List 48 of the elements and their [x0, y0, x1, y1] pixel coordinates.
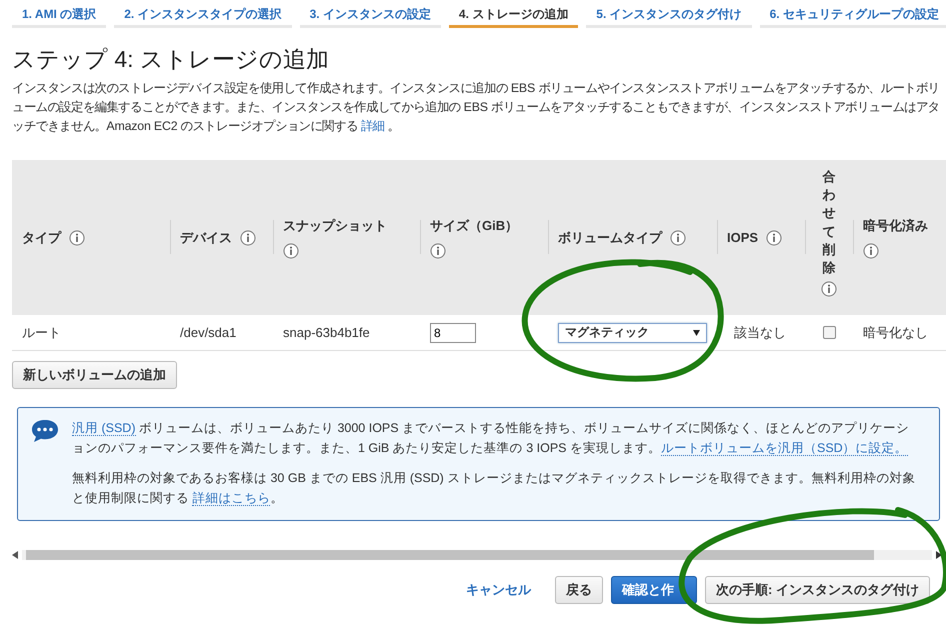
back-button[interactable]: 戻る	[555, 576, 604, 604]
caret-icon	[693, 330, 700, 336]
info-icon[interactable]	[430, 242, 446, 258]
column-header: IOPS	[727, 230, 758, 245]
info-icon[interactable]	[766, 230, 782, 246]
review-and-launch-button[interactable]: 確認と作	[611, 576, 698, 604]
wizard-step-tab[interactable]: 5. インスタンスのタグ付け	[586, 0, 752, 28]
info-text: 無料利用枠の対象であるお客様は 30 GB までの EBS 汎用 (SSD) ストレージまたはマグネティックストレージを取得できます。無料利用枠の対象と使用制限に関する 詳細はこちら。	[72, 470, 916, 508]
table-cell: /dev/sda1	[180, 325, 236, 340]
table-cell: ルート	[22, 324, 61, 342]
wizard-step-tab[interactable]: 3. インスタンスの設定	[300, 0, 441, 28]
table-cell: 該当なし	[734, 324, 786, 342]
ssd-link[interactable]: 汎用 (SSD)	[72, 421, 136, 436]
add-volume-button[interactable]: 新しいボリュームの追加	[12, 361, 177, 389]
set-root-volume-link[interactable]: ルートボリュームを汎用（SSD）に設定。	[660, 441, 908, 456]
table-cell: 暗号化なし	[863, 324, 928, 342]
column-header: ボリュームタイプ	[558, 228, 662, 246]
description-text: インスタンスは次のストレージデバイス設定を使用して作成されます。インスタンスに追加の EBS ボリュームやインスタンスストアボリュームをアタッチするか、ルートボリュームの設定を編集することができます。また、インスタンスを作成してから追加の EBS ボリュームをアタッチすることもできますが、インスタンスストアボリュームはアタッチできません。Amazon EC2 のストレージオプションに関する 詳細 。	[12, 80, 940, 135]
column-header: 合わせて削除	[822, 168, 836, 277]
column-header: 暗号化済み	[863, 216, 928, 234]
column-header: サイズ（GiB）	[430, 216, 518, 234]
info-icon[interactable]	[863, 242, 879, 258]
column-header: デバイス	[180, 228, 232, 246]
delete-checkbox[interactable]	[822, 326, 836, 339]
column-header: タイプ	[22, 228, 61, 246]
horizontal-scrollbar[interactable]	[12, 548, 942, 562]
right-arrow-icon[interactable]	[936, 551, 942, 559]
chat-bubble-icon	[30, 418, 60, 444]
volume-type-dropdown[interactable]: マグネティック	[558, 322, 707, 342]
info-icon[interactable]	[240, 230, 256, 246]
details-link[interactable]: 詳細はこちら	[192, 491, 270, 506]
info-icon[interactable]	[283, 242, 299, 258]
size-input[interactable]: 8	[430, 322, 476, 342]
page-title: ステップ 4: ストレージの追加	[12, 45, 330, 74]
next-step-button[interactable]: 次の手順: インスタンスのタグ付け	[705, 576, 930, 604]
info-icon[interactable]	[69, 230, 85, 246]
column-header: スナップショット	[283, 216, 387, 234]
details-link[interactable]: 詳細	[360, 119, 384, 133]
cancel-link[interactable]: キャンセル	[456, 576, 542, 604]
wizard-step-tab[interactable]: 6. セキュリティグループの設定	[760, 0, 946, 28]
wizard-step-tab[interactable]: 1. AMI の選択	[12, 0, 106, 28]
left-arrow-icon[interactable]	[12, 551, 18, 559]
table-cell: snap-63b4b1fe	[283, 325, 370, 340]
wizard-step-tab[interactable]: 2. インスタンスタイプの選択	[114, 0, 292, 28]
info-text: 汎用 (SSD) ボリュームは、ボリュームあたり 3000 IOPS までバーストする性能を持ち、ボリュームサイズに関係なく、ほとんどのアプリケーションのパフォーマンス要件を満たします。また、1 GiB あたり安定した基準の 3 IOPS を実現します。ルートボリュームを汎用（SSD）に設定。	[72, 420, 910, 458]
info-icon[interactable]	[821, 281, 837, 298]
info-icon[interactable]	[670, 230, 686, 246]
wizard-step-tab[interactable]: 4. ストレージの追加	[448, 0, 578, 28]
